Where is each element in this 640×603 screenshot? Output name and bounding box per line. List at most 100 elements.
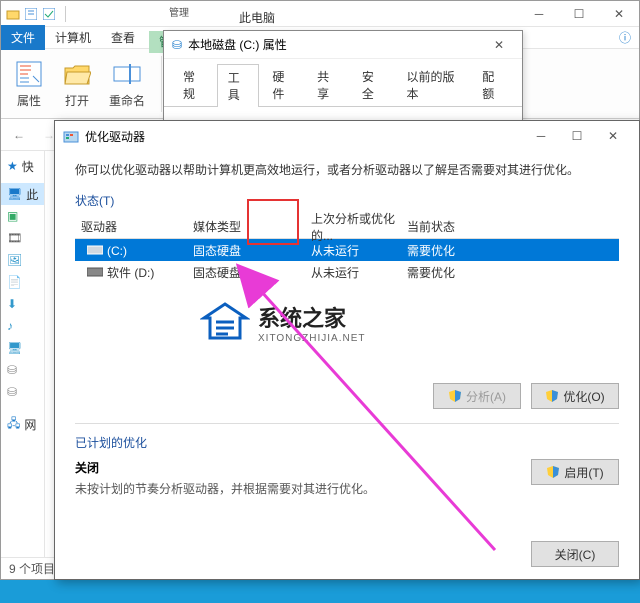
status-section-label: 状态(T) <box>75 192 619 209</box>
tab-quota[interactable]: 配额 <box>471 63 514 106</box>
optimize-footer: 关闭(C) <box>531 541 619 567</box>
col-last[interactable]: 上次分析或优化的... <box>311 210 407 244</box>
drive-status: 需要优化 <box>407 264 619 281</box>
contextual-tab-label: 管理 <box>169 4 189 19</box>
tab-previous[interactable]: 以前的版本 <box>396 63 470 106</box>
tree-drive-d[interactable]: ⛁ <box>1 381 44 403</box>
tree-quick-access[interactable]: ★快 <box>1 155 44 177</box>
opt-maximize-button[interactable]: ☐ <box>559 122 595 150</box>
ribbon-rename-label: 重命名 <box>109 92 145 109</box>
table-row[interactable]: 软件 (D:) 固态硬盘 从未运行 需要优化 <box>75 261 619 283</box>
ribbon-properties-button[interactable]: 属性 <box>9 56 49 111</box>
enable-button[interactable]: 启用(T) <box>531 459 619 485</box>
help-icon[interactable]: ⓘ <box>619 29 639 46</box>
open-icon <box>61 58 93 90</box>
drive-last: 从未运行 <box>311 264 407 281</box>
close-label: 关闭(C) <box>555 546 596 563</box>
drive-icon: ⛁ <box>7 363 17 377</box>
shield-icon <box>448 389 462 403</box>
pc-icon: 🖥 <box>7 187 22 201</box>
cube-icon: ▣ <box>7 209 18 223</box>
scheduled-description: 未按计划的节奏分析驱动器，并根据需要对其进行优化。 <box>75 480 531 497</box>
status-item-count: 9 个项目 <box>9 560 55 577</box>
tab-general[interactable]: 常规 <box>172 63 215 106</box>
opt-close-button[interactable]: ✕ <box>595 122 631 150</box>
network-icon: 🖧 <box>7 414 20 435</box>
tree-documents[interactable]: 📄 <box>1 271 44 293</box>
analyze-button: 分析(A) <box>433 383 521 409</box>
drive-name: 软件 (D:) <box>107 266 154 280</box>
defrag-icon <box>63 128 79 144</box>
document-icon: 📄 <box>7 275 22 289</box>
close-button[interactable]: 关闭(C) <box>531 541 619 567</box>
tree-videos[interactable]: 🎞 <box>1 227 44 249</box>
separator <box>75 423 619 424</box>
nav-tree: ★快 🖥此 ▣ 🎞 🖼 📄 ⬇ ♪ 🖥 ⛁ ⛁ 🖧网 <box>1 151 45 579</box>
properties-close-button[interactable]: ✕ <box>484 35 514 55</box>
picture-icon: 🖼 <box>7 253 22 267</box>
tree-network[interactable]: 🖧网 <box>1 413 44 435</box>
tab-view[interactable]: 查看 <box>101 25 145 50</box>
ribbon-rename-button[interactable]: 重命名 <box>105 56 149 111</box>
scheduled-body: 关闭 未按计划的节奏分析驱动器，并根据需要对其进行优化。 启用(T) <box>75 459 619 497</box>
tree-drive-c[interactable]: ⛁ <box>1 359 44 381</box>
tree-this-pc[interactable]: 🖥此 <box>1 183 44 205</box>
tree-pictures[interactable]: 🖼 <box>1 249 44 271</box>
drive-icon <box>87 243 103 255</box>
drives-table-header: 驱动器 媒体类型 上次分析或优化的... 当前状态 <box>75 215 619 239</box>
optimize-label: 优化(O) <box>563 388 604 405</box>
properties-tabs: 常规 工具 硬件 共享 安全 以前的版本 配额 <box>164 59 522 107</box>
col-media[interactable]: 媒体类型 <box>193 218 311 235</box>
tab-sharing[interactable]: 共享 <box>306 63 349 106</box>
analyze-optimize-row: 分析(A) 优化(O) <box>75 383 619 409</box>
drive-icon: ⛁ <box>172 38 182 52</box>
maximize-button[interactable]: ☐ <box>559 1 599 27</box>
tab-file[interactable]: 文件 <box>1 25 45 50</box>
tree-3d[interactable]: ▣ <box>1 205 44 227</box>
drives-table: 驱动器 媒体类型 上次分析或优化的... 当前状态 (C:) 固态硬盘 从未运行… <box>75 215 619 283</box>
minimize-button[interactable]: ─ <box>519 1 559 27</box>
drive-media: 固态硬盘 <box>193 264 311 281</box>
explorer-titlebar: 管理 此电脑 ─ ☐ ✕ <box>1 1 639 27</box>
properties-title: 本地磁盘 (C:) 属性 <box>188 36 287 53</box>
optimize-description: 你可以优化驱动器以帮助计算机更高效地运行，或者分析驱动器以了解是否需要对其进行优… <box>75 161 619 178</box>
scheduled-text: 关闭 未按计划的节奏分析驱动器，并根据需要对其进行优化。 <box>75 459 531 497</box>
drive-name: (C:) <box>107 244 127 258</box>
download-icon: ⬇ <box>7 297 17 311</box>
enable-label: 启用(T) <box>564 464 603 481</box>
close-button[interactable]: ✕ <box>599 1 639 27</box>
tree-downloads[interactable]: ⬇ <box>1 293 44 315</box>
window-controls: ─ ☐ ✕ <box>519 1 639 27</box>
tab-computer[interactable]: 计算机 <box>45 25 101 50</box>
tab-security[interactable]: 安全 <box>351 63 394 106</box>
tab-hardware[interactable]: 硬件 <box>261 63 304 106</box>
optimize-titlebar[interactable]: 优化驱动器 ─ ☐ ✕ <box>55 121 639 151</box>
ribbon-open-button[interactable]: 打开 <box>57 56 97 111</box>
drive-icon <box>87 265 103 277</box>
video-icon: 🎞 <box>7 231 22 245</box>
nav-back-button[interactable]: ← <box>7 123 31 147</box>
optimize-button[interactable]: 优化(O) <box>531 383 619 409</box>
table-row[interactable]: (C:) 固态硬盘 从未运行 需要优化 <box>75 239 619 261</box>
analyze-label: 分析(A) <box>466 388 506 405</box>
drive-last: 从未运行 <box>311 242 407 259</box>
qat-properties-icon[interactable] <box>23 6 39 22</box>
music-icon: ♪ <box>7 319 13 333</box>
star-icon: ★ <box>7 159 18 173</box>
tab-tools[interactable]: 工具 <box>217 64 260 107</box>
properties-titlebar[interactable]: ⛁ 本地磁盘 (C:) 属性 ✕ <box>164 31 522 59</box>
col-status[interactable]: 当前状态 <box>407 218 619 235</box>
ribbon-separator <box>161 56 162 112</box>
tree-music[interactable]: ♪ <box>1 315 44 337</box>
qat-checkbox-icon[interactable] <box>41 6 57 22</box>
separator <box>65 6 66 22</box>
col-drive[interactable]: 驱动器 <box>75 218 193 235</box>
optimize-title: 优化驱动器 <box>85 128 145 145</box>
opt-minimize-button[interactable]: ─ <box>523 122 559 150</box>
tree-desktop[interactable]: 🖥 <box>1 337 44 359</box>
properties-icon <box>13 58 45 90</box>
app-icon <box>5 6 21 22</box>
drive-status: 需要优化 <box>407 242 619 259</box>
quick-access-toolbar <box>1 6 76 22</box>
scheduled-section-label: 已计划的优化 <box>75 434 619 451</box>
